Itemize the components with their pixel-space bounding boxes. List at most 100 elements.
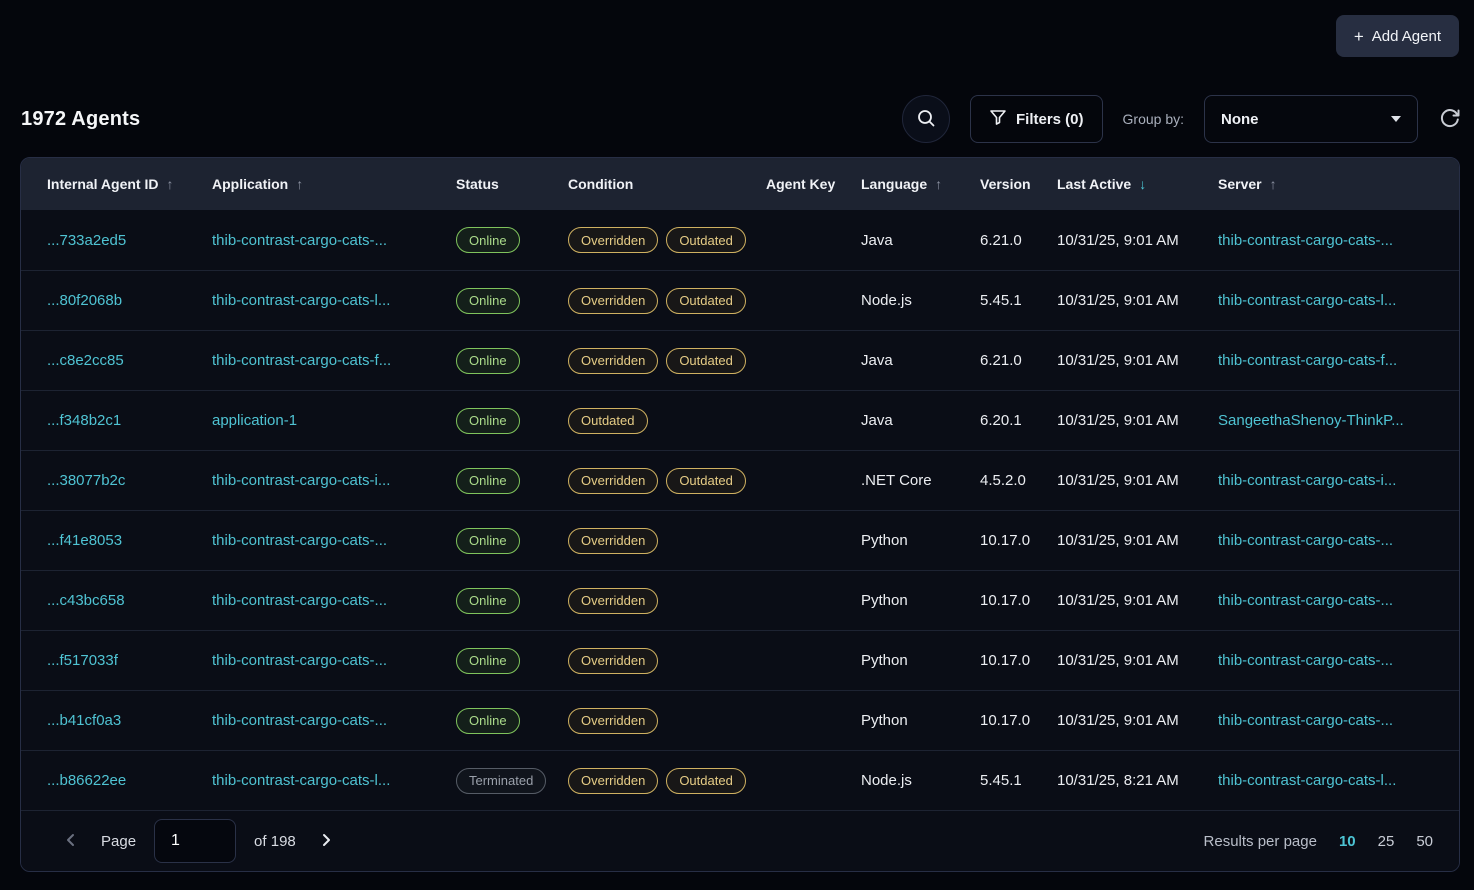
table-row: ...733a2ed5 thib-contrast-cargo-cats-...… [21,210,1459,270]
cell-last-active: 10/31/25, 8:21 AM [1057,772,1218,789]
cell-last-active: 10/31/25, 9:01 AM [1057,472,1218,489]
cell-server: thib-contrast-cargo-cats-... [1218,652,1459,669]
page-title: 1972 Agents [21,108,140,131]
server-link[interactable]: SangeethaShenoy-ThinkP... [1218,412,1404,429]
cell-language: Python [861,592,980,609]
cell-last-active: 10/31/25, 9:01 AM [1057,412,1218,429]
toolbar-controls: Filters (0) Group by: None [902,95,1462,143]
cell-last-active: 10/31/25, 9:01 AM [1057,712,1218,729]
application-link[interactable]: thib-contrast-cargo-cats-i... [212,472,390,489]
add-agent-button[interactable]: + Add Agent [1336,15,1459,57]
agent-id-link[interactable]: ...c43bc658 [47,592,125,609]
cell-language: Node.js [861,772,980,789]
search-button[interactable] [902,95,950,143]
server-link[interactable]: thib-contrast-cargo-cats-i... [1218,472,1396,489]
chevron-down-icon [1391,116,1401,122]
agent-id-link[interactable]: ...c8e2cc85 [47,352,124,369]
col-header-last-active[interactable]: Last Active ↓ [1057,176,1218,192]
cell-condition: OverriddenOutdated [568,288,766,314]
application-link[interactable]: thib-contrast-cargo-cats-f... [212,352,391,369]
col-header-application[interactable]: Application ↑ [212,176,456,192]
cell-status: Terminated [456,768,568,794]
cell-version: 10.17.0 [980,532,1057,549]
condition-badge: Overridden [568,588,658,614]
server-link[interactable]: thib-contrast-cargo-cats-l... [1218,772,1396,789]
cell-last-active: 10/31/25, 9:01 AM [1057,652,1218,669]
col-header-server[interactable]: Server ↑ [1218,176,1459,192]
agent-id-link[interactable]: ...f517033f [47,652,118,669]
group-by-select[interactable]: None [1204,95,1418,143]
server-link[interactable]: thib-contrast-cargo-cats-... [1218,652,1393,669]
chevron-left-icon [63,832,79,851]
condition-badge: Outdated [666,227,746,253]
condition-badge: Outdated [666,348,746,374]
agents-table: Internal Agent ID ↑ Application ↑ Status… [20,157,1460,872]
cell-server: thib-contrast-cargo-cats-f... [1218,352,1459,369]
cell-application: thib-contrast-cargo-cats-f... [212,352,456,369]
refresh-button[interactable] [1438,106,1462,133]
per-page-option-25[interactable]: 25 [1378,833,1395,850]
agent-id-link[interactable]: ...f41e8053 [47,532,122,549]
agent-id-link[interactable]: ...733a2ed5 [47,232,126,249]
agent-id-link[interactable]: ...80f2068b [47,292,122,309]
server-link[interactable]: thib-contrast-cargo-cats-... [1218,232,1393,249]
col-header-status[interactable]: Status [456,176,568,192]
per-page-option-10[interactable]: 10 [1339,833,1356,850]
application-link[interactable]: thib-contrast-cargo-cats-... [212,532,387,549]
agent-id-link[interactable]: ...b86622ee [47,772,126,789]
cell-status: Online [456,648,568,674]
next-page-button[interactable] [314,828,338,855]
server-link[interactable]: thib-contrast-cargo-cats-f... [1218,352,1397,369]
server-link[interactable]: thib-contrast-cargo-cats-... [1218,592,1393,609]
col-header-language[interactable]: Language ↑ [861,176,980,192]
server-link[interactable]: thib-contrast-cargo-cats-... [1218,712,1393,729]
application-link[interactable]: application-1 [212,412,297,429]
table-row: ...f517033f thib-contrast-cargo-cats-...… [21,630,1459,690]
server-link[interactable]: thib-contrast-cargo-cats-l... [1218,292,1396,309]
cell-application: thib-contrast-cargo-cats-l... [212,772,456,789]
per-page-option-50[interactable]: 50 [1416,833,1433,850]
cell-status: Online [456,348,568,374]
cell-version: 10.17.0 [980,712,1057,729]
application-link[interactable]: thib-contrast-cargo-cats-... [212,712,387,729]
filters-button[interactable]: Filters (0) [970,95,1103,143]
cell-language: Python [861,652,980,669]
cell-application: thib-contrast-cargo-cats-l... [212,292,456,309]
previous-page-button[interactable] [59,828,83,855]
application-link[interactable]: thib-contrast-cargo-cats-l... [212,772,390,789]
group-by-label: Group by: [1123,111,1184,127]
cell-server: thib-contrast-cargo-cats-... [1218,532,1459,549]
add-agent-label: Add Agent [1372,28,1441,45]
server-link[interactable]: thib-contrast-cargo-cats-... [1218,532,1393,549]
cell-server: SangeethaShenoy-ThinkP... [1218,412,1459,429]
agent-id-link[interactable]: ...f348b2c1 [47,412,121,429]
col-header-internal-agent-id[interactable]: Internal Agent ID ↑ [47,176,212,192]
application-link[interactable]: thib-contrast-cargo-cats-... [212,232,387,249]
condition-badge: Outdated [666,288,746,314]
col-header-agent-key[interactable]: Agent Key [766,176,861,192]
col-header-version[interactable]: Version [980,176,1057,192]
page-number-input[interactable] [154,819,236,863]
cell-version: 4.5.2.0 [980,472,1057,489]
cell-status: Online [456,588,568,614]
cell-status: Online [456,708,568,734]
filter-funnel-icon [989,108,1007,130]
condition-badge: Overridden [568,227,658,253]
search-icon [916,108,936,131]
application-link[interactable]: thib-contrast-cargo-cats-l... [212,292,390,309]
cell-agent-id: ...733a2ed5 [47,232,212,249]
application-link[interactable]: thib-contrast-cargo-cats-... [212,652,387,669]
top-bar: + Add Agent [0,0,1474,57]
cell-last-active: 10/31/25, 9:01 AM [1057,532,1218,549]
agent-id-link[interactable]: ...b41cf0a3 [47,712,121,729]
cell-server: thib-contrast-cargo-cats-l... [1218,292,1459,309]
agent-id-link[interactable]: ...38077b2c [47,472,125,489]
cell-version: 5.45.1 [980,292,1057,309]
cell-status: Online [456,468,568,494]
col-header-condition[interactable]: Condition [568,176,766,192]
sort-desc-icon: ↓ [1139,176,1146,192]
application-link[interactable]: thib-contrast-cargo-cats-... [212,592,387,609]
cell-application: application-1 [212,412,456,429]
cell-version: 5.45.1 [980,772,1057,789]
cell-language: Java [861,412,980,429]
